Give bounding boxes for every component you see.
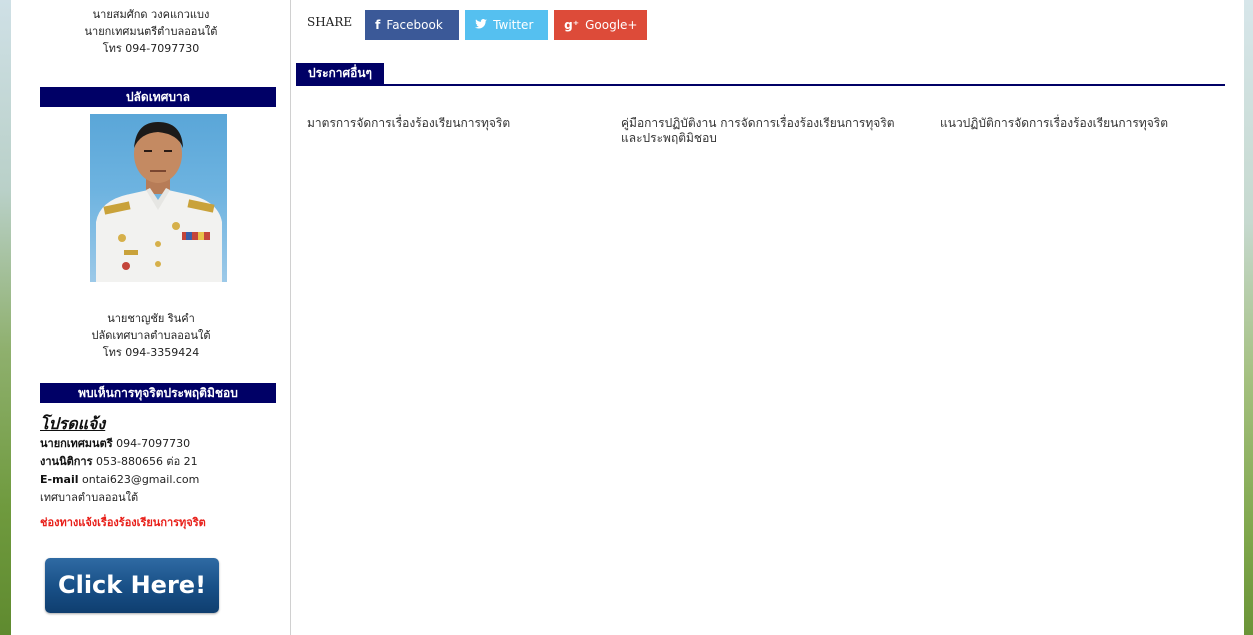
deputy-position: ปลัดเทศบาลตำบลออนใต้ [91, 329, 211, 342]
report-mayor-label: นายกเทศมนตรี [40, 437, 113, 450]
mayor-position: นายกเทศมนตรีตำบลออนใต้ [84, 25, 218, 38]
announcement-link[interactable]: คู่มือการปฏิบัติงาน การจัดการเรื่องร้องเ… [621, 116, 911, 146]
twitter-share-button[interactable]: Twitter [465, 10, 549, 40]
announcement-link[interactable]: มาตรการจัดการเรื่องร้องเรียนการทุจริต [307, 116, 587, 131]
report-email-label: E-mail [40, 473, 79, 486]
report-heading: โปรดแจ้ง [40, 414, 106, 433]
report-office-contact: งานนิติการ 053-880656 ต่อ 21 [40, 453, 290, 471]
announcement-link[interactable]: แนวปฏิบัติการจัดการเรื่องร้องเรียนการทุจ… [940, 116, 1235, 131]
report-office-phone: 053-880656 ต่อ 21 [95, 455, 198, 468]
report-office-label: งานนิติการ [40, 455, 93, 468]
report-mayor-contact: นายกเทศมนตรี 094-7097730 [40, 435, 290, 453]
share-bar: SHARE f Facebook Twitter g⁺ Google+ [307, 10, 653, 40]
facebook-icon: f [375, 18, 381, 32]
deputy-photo [90, 114, 227, 282]
deputy-phone: โทร 094-3359424 [102, 346, 200, 359]
mayor-phone: โทร 094-7097730 [102, 42, 200, 55]
page-background-right [1244, 0, 1253, 635]
facebook-label: Facebook [386, 18, 443, 32]
google-plus-label: Google+ [585, 18, 638, 32]
deputy-section-title: ปลัดเทศบาล [40, 87, 276, 107]
complaint-channel-link[interactable]: ช่องทางแจ้งเรื่องร้องเรียนการทุจริต [40, 515, 290, 531]
deputy-name: นายชาญชัย รินคำ [107, 312, 195, 325]
deputy-info: นายชาญชัย รินคำ ปลัดเทศบาลตำบลออนใต้ โทร… [11, 310, 291, 361]
twitter-icon [475, 18, 488, 32]
facebook-share-button[interactable]: f Facebook [365, 10, 460, 40]
share-label: SHARE [307, 15, 353, 29]
report-email-contact: E-mail ontai623@gmail.com [40, 471, 290, 489]
sidebar: นายสมศักด วงคแกวแบง นายกเทศมนตรีตำบลออนใ… [11, 0, 291, 635]
report-org: เทศบาลตำบลออนใต้ [40, 491, 139, 504]
report-info: โปรดแจ้ง นายกเทศมนตรี 094-7097730 งานนิต… [40, 413, 290, 531]
twitter-label: Twitter [493, 18, 534, 32]
google-plus-icon: g⁺ [564, 18, 580, 32]
announcements-title: ประกาศอื่นๆ [296, 63, 384, 84]
report-email[interactable]: ontai623@gmail.com [82, 473, 199, 486]
page-background-left [0, 0, 11, 635]
google-plus-share-button[interactable]: g⁺ Google+ [554, 10, 648, 40]
click-here-button[interactable]: Click Here! [45, 558, 219, 613]
mayor-name: นายสมศักด วงคแกวแบง [92, 8, 210, 21]
main-content: SHARE f Facebook Twitter g⁺ Google+ ประก… [292, 0, 1244, 635]
mayor-info: นายสมศักด วงคแกวแบง นายกเทศมนตรีตำบลออนใ… [11, 6, 291, 57]
report-mayor-phone: 094-7097730 [116, 437, 191, 450]
report-section-title: พบเห็นการทุจริตประพฤติมิชอบ [40, 383, 276, 403]
announcements-header: ประกาศอื่นๆ [296, 63, 1225, 86]
